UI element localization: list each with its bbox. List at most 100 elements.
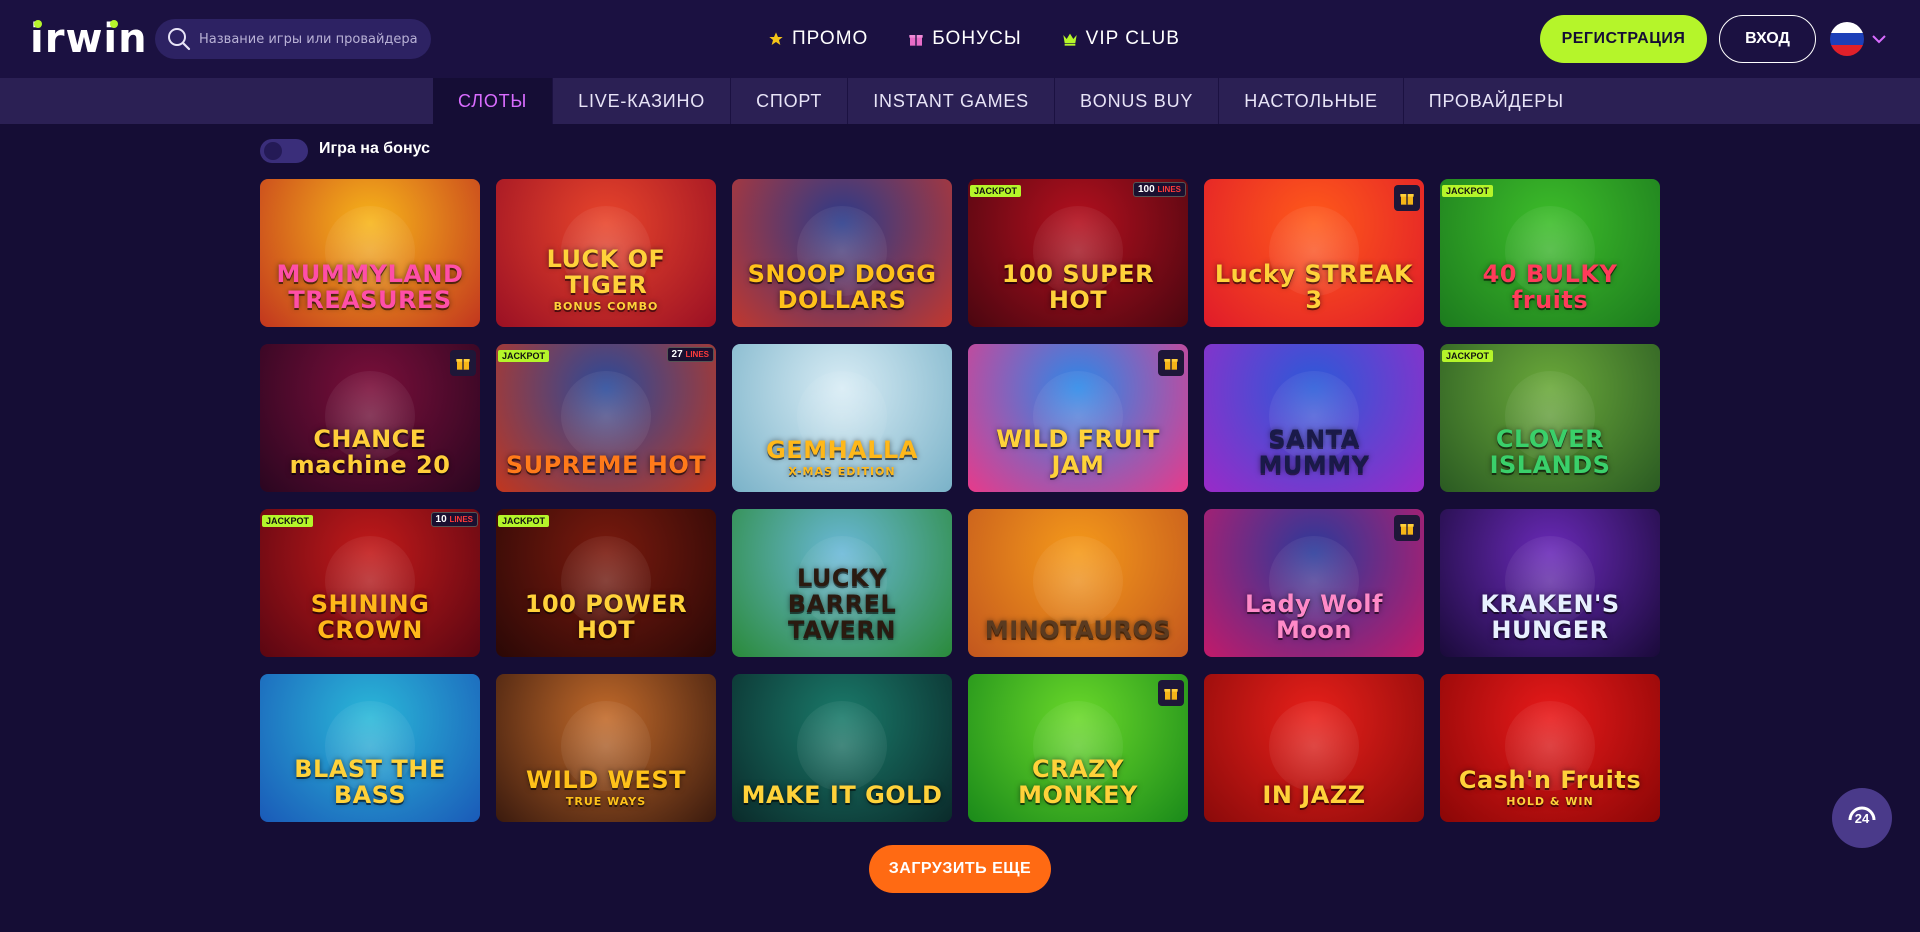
category-tabs: СЛОТЫ LIVE-КАЗИНО СПОРТ INSTANT GAMES BONUS … — [433, 78, 1589, 124]
game-title: SANTA MUMMY — [1204, 426, 1424, 492]
game-art — [1269, 700, 1359, 791]
toggle-knob — [264, 142, 282, 160]
game-tile[interactable]: WILD WEST TRUE WAYS — [496, 674, 716, 822]
game-title-text: BLAST THE BASS — [294, 755, 446, 809]
gift-icon — [1158, 680, 1184, 706]
support-chat-button[interactable]: 24 — [1832, 788, 1892, 848]
game-tile[interactable]: WILD FRUIT JAM — [968, 344, 1188, 492]
game-tile[interactable]: SANTA MUMMY — [1204, 344, 1424, 492]
lines-count: 10 — [435, 514, 447, 525]
game-tile[interactable]: JACKPOT 40 BULKY fruits — [1440, 179, 1660, 327]
game-title: 100 POWER HOT — [496, 591, 716, 657]
game-tile[interactable]: JACKPOT 10 LINES SHINING CROWN — [260, 509, 480, 657]
tab-провайдеры[interactable]: ПРОВАЙДЕРЫ — [1404, 78, 1589, 124]
game-title-text: LUCK OF TIGER — [546, 245, 666, 299]
jackpot-badge: JACKPOT — [1442, 350, 1494, 362]
nav-vip-club[interactable]: VIP CLUB — [1062, 28, 1180, 50]
game-title-text: SANTA MUMMY — [1258, 425, 1370, 479]
game-tile[interactable]: GEMHALLA X-MAS EDITION — [732, 344, 952, 492]
game-tile[interactable]: MUMMYLAND TREASURES — [260, 179, 480, 327]
game-art — [1033, 535, 1123, 626]
game-title: SUPREME HOT — [498, 452, 714, 492]
game-title-text: KRAKEN'S HUNGER — [1480, 590, 1620, 644]
star-icon — [769, 32, 783, 45]
game-tile[interactable]: Lady Wolf Moon — [1204, 509, 1424, 657]
game-title-text: GEMHALLA — [766, 436, 918, 464]
game-title: SNOOP DOGG DOLLARS — [732, 261, 952, 327]
game-title-text: Cash'n Fruits — [1458, 766, 1642, 794]
game-tile[interactable]: MAKE IT GOLD — [732, 674, 952, 822]
game-title-text: MINOTAUROS — [984, 616, 1172, 644]
game-tile[interactable]: LUCKY BARREL TAVERN — [732, 509, 952, 657]
game-title-text: CRAZY MONKEY — [1018, 755, 1138, 809]
game-tile[interactable]: JACKPOT 100 LINES 100 SUPER HOT — [968, 179, 1188, 327]
game-tile[interactable]: SNOOP DOGG DOLLARS — [732, 179, 952, 327]
game-tile[interactable]: KRAKEN'S HUNGER — [1440, 509, 1660, 657]
game-title: LUCK OF TIGER BONUS COMBO — [496, 246, 716, 327]
nav-promo[interactable]: ПРОМО — [768, 28, 868, 50]
game-tile[interactable]: LUCK OF TIGER BONUS COMBO — [496, 179, 716, 327]
game-subtitle: X-MAS EDITION — [788, 465, 896, 478]
load-more-button[interactable]: ЗАГРУЗИТЬ ЕЩЕ — [869, 845, 1051, 893]
game-subtitle: TRUE WAYS — [565, 795, 647, 808]
game-title: 40 BULKY fruits — [1440, 261, 1660, 327]
game-title-text: SHINING CROWN — [310, 590, 430, 644]
tab-настольные[interactable]: НАСТОЛЬНЫЕ — [1219, 78, 1404, 124]
game-tile[interactable]: Cash'n Fruits HOLD & WIN — [1440, 674, 1660, 822]
bonus-toggle[interactable] — [260, 139, 308, 163]
game-title: MAKE IT GOLD — [734, 782, 951, 822]
game-tile[interactable]: BLAST THE BASS — [260, 674, 480, 822]
game-title: KRAKEN'S HUNGER — [1440, 591, 1660, 657]
search-bar[interactable] — [155, 19, 431, 59]
game-title-text: IN JAZZ — [1262, 781, 1366, 809]
game-tile[interactable]: MINOTAUROS — [968, 509, 1188, 657]
lines-count: 27 — [671, 349, 683, 360]
game-tile[interactable]: IN JAZZ — [1204, 674, 1424, 822]
jackpot-badge: JACKPOT — [498, 350, 550, 362]
game-tile[interactable]: JACKPOT CLOVER ISLANDS — [1440, 344, 1660, 492]
nav-bonuses-label: БОНУСЫ — [932, 28, 1022, 49]
tab-спорт[interactable]: СПОРТ — [731, 78, 849, 124]
game-title: Lady Wolf Moon — [1204, 591, 1424, 657]
game-tile[interactable]: JACKPOT 100 POWER HOT — [496, 509, 716, 657]
header: irwin ПРОМО БОНУСЫ — [0, 0, 1920, 78]
game-title-text: 100 SUPER HOT — [1001, 260, 1155, 314]
lines-badge: 100 LINES — [1132, 182, 1186, 197]
nav-bonuses[interactable]: БОНУСЫ — [908, 28, 1021, 50]
gift-icon — [450, 350, 476, 376]
language-selector[interactable] — [1830, 21, 1890, 57]
lines-badge: 10 LINES — [430, 512, 478, 527]
game-tile[interactable]: CRAZY MONKEY — [968, 674, 1188, 822]
gift-icon — [1394, 185, 1420, 211]
chevron-down-icon — [1872, 35, 1886, 44]
register-button[interactable]: РЕГИСТРАЦИЯ — [1540, 15, 1707, 63]
tab-live-казино[interactable]: LIVE-КАЗИНО — [553, 78, 732, 124]
search-input[interactable] — [199, 19, 419, 59]
game-title-text: 100 POWER HOT — [524, 590, 688, 644]
game-art — [797, 700, 887, 791]
logo[interactable]: irwin — [30, 17, 148, 61]
game-title-text: Lady Wolf Moon — [1245, 590, 1383, 644]
game-title-text: MAKE IT GOLD — [741, 781, 943, 809]
game-tile[interactable]: CHANCE machine 20 — [260, 344, 480, 492]
lines-badge: 27 LINES — [666, 347, 714, 362]
bonus-toggle-label: Игра на бонус — [319, 140, 431, 157]
game-title: CLOVER ISLANDS — [1440, 426, 1660, 492]
tab-instant-games[interactable]: INSTANT GAMES — [848, 78, 1055, 124]
game-title: CRAZY MONKEY — [968, 756, 1188, 822]
game-title: 100 SUPER HOT — [968, 261, 1188, 327]
game-tile[interactable]: Lucky STREAK 3 — [1204, 179, 1424, 327]
login-button[interactable]: ВХОД — [1719, 15, 1816, 63]
logo-text: irwin — [30, 16, 148, 62]
game-title: IN JAZZ — [1254, 782, 1373, 822]
tab-bonus-buy[interactable]: BONUS BUY — [1055, 78, 1220, 124]
gift-icon — [909, 35, 923, 46]
tab-слоты[interactable]: СЛОТЫ — [433, 78, 554, 124]
game-tile[interactable]: JACKPOT 27 LINES SUPREME HOT — [496, 344, 716, 492]
search-icon — [168, 28, 191, 51]
game-art — [561, 370, 651, 461]
game-subtitle: BONUS COMBO — [553, 300, 659, 313]
jackpot-badge: JACKPOT — [262, 515, 314, 527]
game-title: Lucky STREAK 3 — [1204, 261, 1424, 327]
game-title: Cash'n Fruits HOLD & WIN — [1451, 767, 1649, 822]
